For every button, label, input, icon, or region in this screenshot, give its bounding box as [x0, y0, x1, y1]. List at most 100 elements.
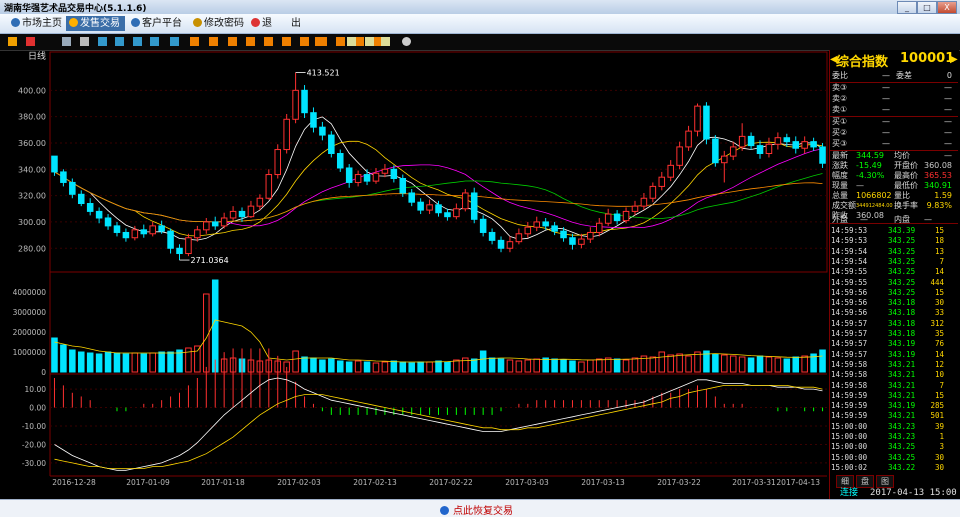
tick-volume: 444 — [930, 277, 944, 287]
volume-bar — [649, 356, 657, 373]
volume-bar — [658, 351, 666, 373]
bid-price: — — [882, 139, 890, 148]
number-icon[interactable] — [300, 37, 309, 46]
volume-bar — [131, 352, 139, 373]
tick-row: 15:00:00 343.23 39 — [830, 422, 958, 433]
menu-market-home[interactable]: 市场主页 — [8, 16, 67, 31]
list-icon[interactable] — [80, 37, 89, 46]
date-axis-label: 2017-03-31 — [732, 478, 776, 487]
zoom-out-icon[interactable] — [365, 37, 374, 46]
candle-body — [229, 210, 237, 219]
kline-chart[interactable]: 日线 400.00 380.00 360.00 340.00 320.00 300.00 28… — [2, 50, 828, 487]
stat-label: 最高价 — [894, 171, 918, 180]
volume-bar — [595, 358, 603, 373]
volume-axis-label: 2000000 — [13, 328, 47, 337]
tick-volume: 30 — [934, 462, 944, 472]
volume-bar — [122, 353, 130, 373]
candle-body — [408, 192, 415, 203]
tick-price: 343.25 — [888, 452, 916, 462]
volume-bar — [774, 357, 782, 373]
number-icon[interactable] — [190, 37, 199, 46]
tick-volume: 30 — [934, 298, 944, 308]
check-icon[interactable] — [381, 37, 390, 46]
number-icon[interactable] — [264, 37, 273, 46]
tick-time: 14:59:57 — [831, 318, 868, 328]
tick-volume: 3 — [939, 442, 944, 452]
number-icon[interactable] — [282, 37, 291, 46]
key-icon — [193, 18, 202, 27]
ask-row: 卖① — — — [830, 105, 958, 115]
tick-price: 343.22 — [888, 462, 916, 472]
volume-bar — [721, 354, 728, 373]
volume-bar — [729, 355, 737, 373]
menu-label: 修改密码 — [204, 18, 244, 29]
volume-bar — [328, 358, 335, 373]
zoom-in-icon[interactable] — [347, 37, 356, 46]
candle-body — [131, 229, 139, 239]
tick-volume: 312 — [930, 318, 944, 328]
candle-body — [497, 239, 505, 249]
tick-row: 14:59:57 343.19 76 — [830, 339, 958, 350]
resume-trading-button[interactable]: 点此恢复交易 — [440, 502, 513, 517]
candle-body — [551, 225, 558, 232]
candle-body — [703, 105, 710, 140]
bid-price: — — [882, 117, 890, 126]
price-frame — [49, 51, 828, 273]
menu-label: 市场主页 — [22, 18, 62, 29]
candle-body — [515, 233, 523, 243]
tick-volume: 33 — [934, 308, 944, 318]
next-arrow-icon[interactable]: ▶ — [950, 54, 958, 65]
gear-icon[interactable] — [402, 37, 411, 46]
minimize-button[interactable]: _ — [897, 1, 917, 14]
candle-body — [77, 193, 85, 205]
bar-chart-icon[interactable] — [8, 37, 17, 46]
menu-change-password[interactable]: 修改密码 — [190, 16, 249, 31]
candle-body — [631, 205, 639, 212]
line-chart-icon[interactable] — [26, 37, 35, 46]
candle-body — [774, 137, 782, 145]
table-icon[interactable] — [62, 37, 71, 46]
macd-axis-label: 0.00 — [29, 404, 46, 413]
candle-body — [417, 201, 424, 211]
candle-body — [694, 105, 701, 132]
weicha-label: 委差 — [896, 71, 912, 80]
grid-icon[interactable] — [150, 37, 159, 46]
ask-price: — — [882, 94, 890, 103]
maximize-button[interactable]: □ — [917, 1, 937, 14]
menu-client-platform[interactable]: 客户平台 — [128, 16, 187, 31]
tick-price: 343.21 — [888, 380, 916, 390]
price-axis-label: 280.00 — [18, 244, 46, 253]
candle-body — [604, 213, 612, 224]
flag-icon[interactable] — [315, 37, 324, 46]
tick-volume: 15 — [934, 287, 944, 297]
tick-volume: 7 — [939, 256, 944, 266]
number-icon[interactable] — [209, 37, 218, 46]
number-icon[interactable] — [336, 37, 345, 46]
grid-icon[interactable] — [115, 37, 124, 46]
grid-icon[interactable] — [133, 37, 142, 46]
tick-price: 343.25 — [888, 256, 916, 266]
close-button[interactable]: X — [937, 1, 957, 14]
tick-row: 14:59:56 343.18 33 — [830, 308, 958, 319]
menu-trade[interactable]: 发售交易 — [66, 16, 125, 31]
tick-row: 14:59:55 343.25 444 — [830, 278, 958, 289]
tick-row: 14:59:54 343.25 13 — [830, 247, 958, 258]
close-box-icon[interactable] — [170, 37, 179, 46]
number-icon[interactable] — [246, 37, 255, 46]
volume-bar — [417, 361, 424, 373]
candle-body — [319, 126, 326, 136]
status-bar: 连接 2017-04-13 15:00 — [830, 487, 959, 499]
globe-icon — [440, 506, 449, 515]
number-icon[interactable] — [355, 37, 364, 46]
candle-body — [640, 197, 648, 207]
candle-body — [569, 237, 576, 245]
volume-bar — [372, 362, 380, 373]
menu-exit-suffix[interactable]: 出 — [288, 16, 307, 31]
tick-price: 343.19 — [888, 339, 916, 349]
status-datetime: 2017-04-13 15:00 — [870, 488, 957, 498]
grid-icon[interactable] — [98, 37, 107, 46]
candle-body — [801, 141, 808, 149]
number-icon[interactable] — [228, 37, 237, 46]
tick-time: 14:59:59 — [831, 411, 868, 421]
menu-exit[interactable]: 退 — [248, 16, 277, 31]
